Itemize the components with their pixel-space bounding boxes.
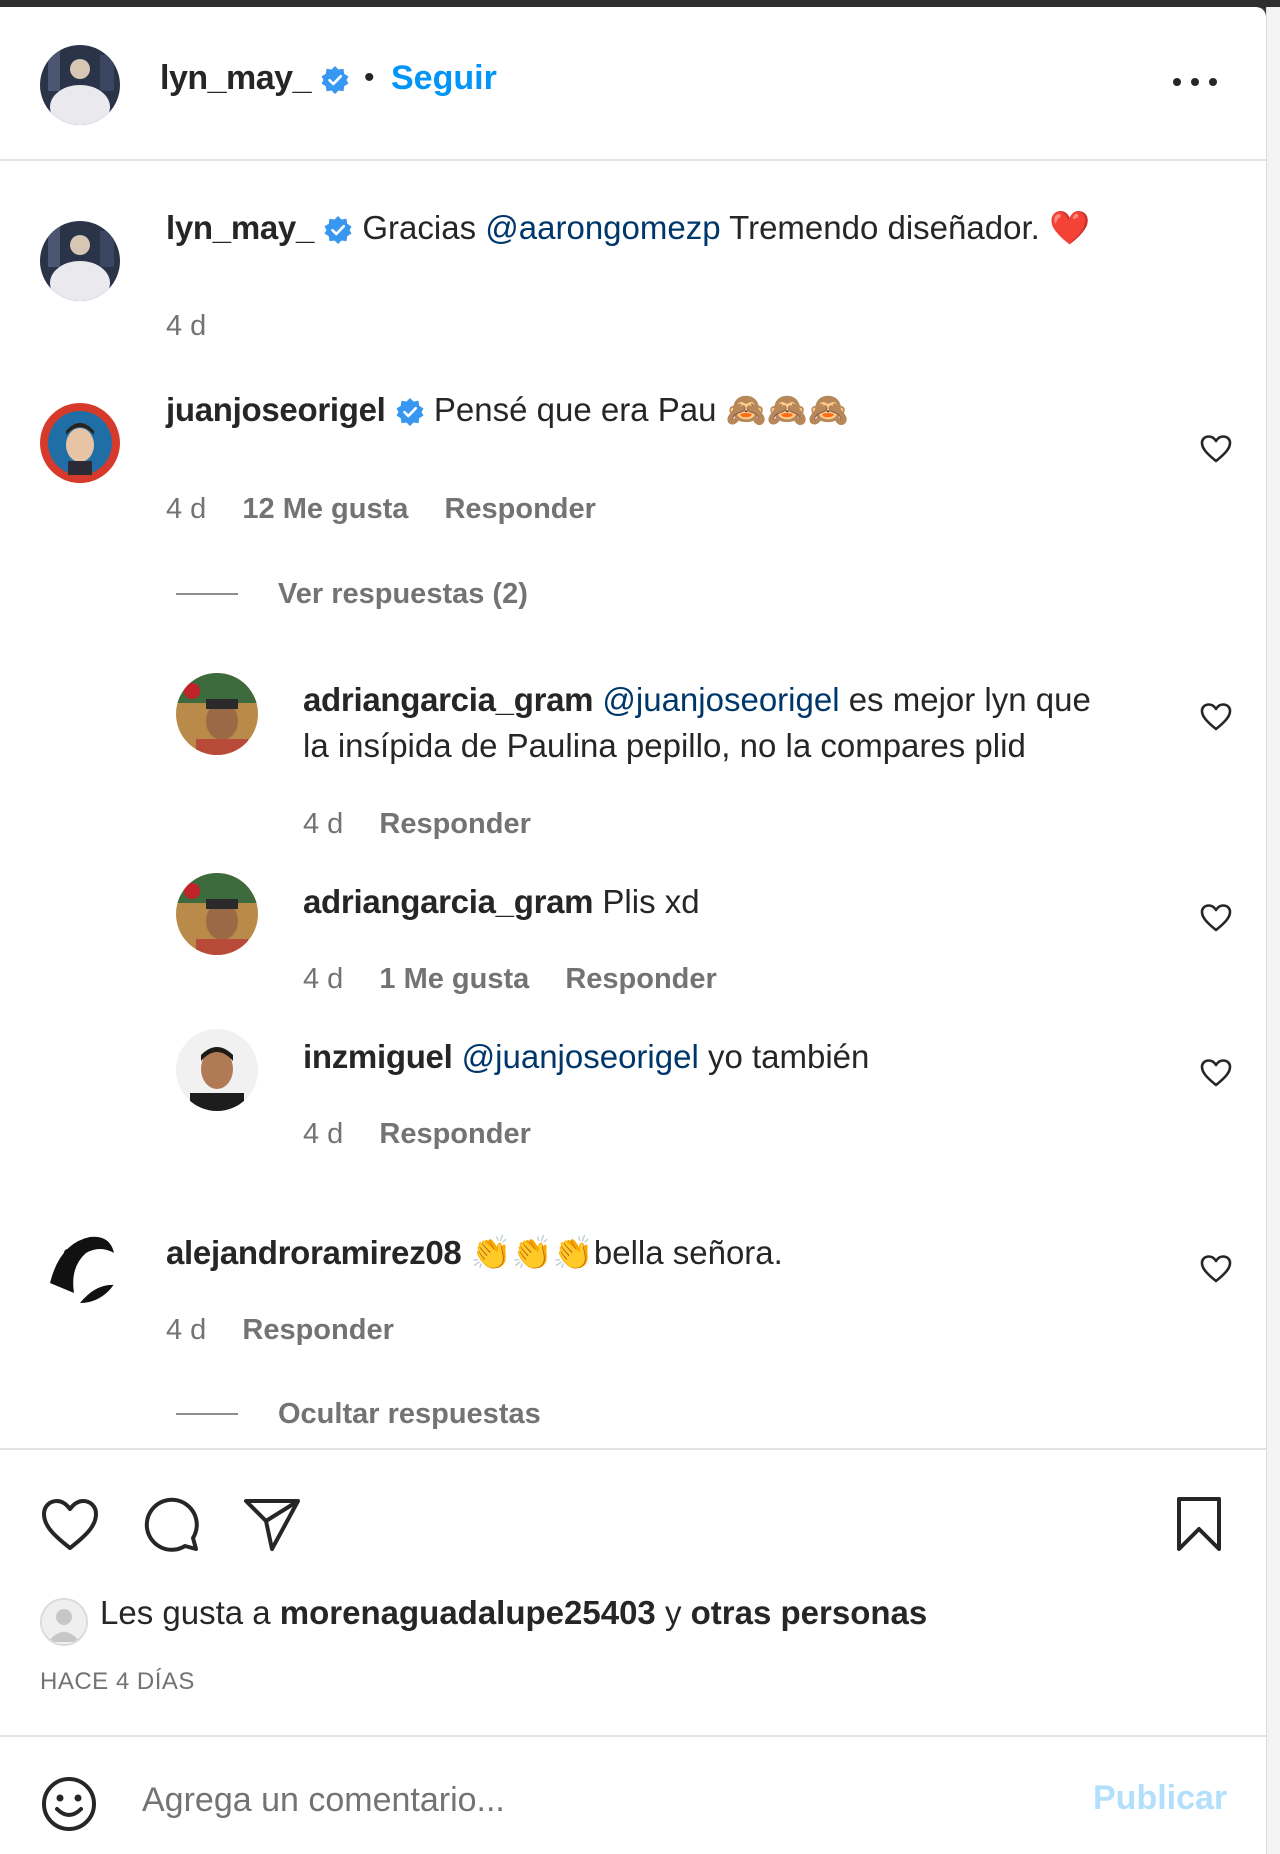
view-replies-button[interactable]: Ver respuestas (2) [278,578,528,611]
likes-connector: y [664,1594,682,1631]
comment-icon[interactable] [142,1495,200,1553]
reply-button[interactable]: Responder [379,1118,530,1150]
caption-text: lyn_may_ Gracias @aarongomezp Tremendo d… [166,205,1090,251]
verified-badge-icon [321,66,349,95]
comment-time: 4 d [166,1314,207,1346]
comment-body: Pensé que era Pau 🙈🙈🙈 [433,391,849,428]
post-date: HACE 4 DÍAS [40,1668,195,1695]
reply-mention[interactable]: @juanjoseorigel [462,1038,699,1075]
reply-text: adriangarcia_gram Plis xd [303,879,700,925]
comment-input[interactable] [140,1771,1064,1829]
follow-button[interactable]: Seguir [391,59,497,98]
reply-time: 4 d [303,808,344,840]
like-comment-heart-icon[interactable] [1200,434,1232,464]
post-comments-panel: lyn_may_ • Seguir lyn_may_ Gracias @aaro… [0,7,1266,1854]
liker-avatar[interactable] [40,1598,88,1646]
reply-body: yo también [707,1038,870,1075]
reply-avatar[interactable] [176,1029,258,1111]
like-reply-heart-icon[interactable] [1200,903,1232,933]
comment-body: 👏👏👏bella señora. [470,1234,783,1271]
reply-avatar[interactable] [176,673,258,755]
reply-body-line2: la insípida de Paulina pepillo, no la co… [303,727,1026,764]
actions-divider [0,1448,1266,1450]
comment-username[interactable]: alejandroramirez08 [166,1234,462,1271]
comment-meta: 4 d 12 Me gusta Responder [166,493,624,526]
comment-text: alejandroramirez08 👏👏👏bella señora. [166,1230,783,1276]
bookmark-icon[interactable] [1174,1495,1224,1553]
hide-replies-button[interactable]: Ocultar respuestas [278,1398,541,1431]
reply-text: inzmiguel @juanjoseorigel yo también [303,1034,869,1080]
publish-button[interactable]: Publicar [1093,1779,1227,1818]
verified-badge-icon [396,398,424,427]
caption-time: 4 d [166,310,207,342]
comment-meta: 4 d Responder [166,1314,422,1347]
reply-body: Plis xd [602,883,700,920]
separator-dot: • [364,61,375,94]
reply-meta: 4 d 1 Me gusta Responder [303,963,745,996]
reply-username[interactable]: adriangarcia_gram [303,681,594,718]
like-reply-heart-icon[interactable] [1200,1058,1232,1088]
reply-button[interactable]: Responder [444,493,595,525]
thread-line [176,1413,238,1415]
reply-username[interactable]: adriangarcia_gram [303,883,594,920]
caption-body: Gracias [362,209,477,246]
reply-body: es mejor lyn que [848,681,1091,718]
comment-text: juanjoseorigel Pensé que era Pau 🙈🙈🙈 [166,387,849,433]
author-avatar[interactable] [40,45,120,125]
liker-username[interactable]: morenaguadalupe25403 [280,1594,656,1631]
verified-badge-icon [324,216,352,245]
likes-summary: Les gusta a morenaguadalupe25403 y otras… [100,1594,927,1632]
author-username-text[interactable]: lyn_may_ [160,59,312,97]
caption-meta: 4 d [166,310,234,343]
reply-mention[interactable]: @juanjoseorigel [602,681,839,718]
author-username[interactable]: lyn_may_ [160,59,350,98]
comment-likes-count[interactable]: 12 Me gusta [242,493,408,525]
reply-meta: 4 d Responder [303,808,559,841]
reply-time: 4 d [303,1118,344,1150]
composer-divider [0,1735,1266,1737]
likes-prefix: Les gusta a [100,1594,271,1631]
caption-username[interactable]: lyn_may_ [166,209,314,246]
reply-meta: 4 d Responder [303,1118,559,1151]
reply-button[interactable]: Responder [242,1314,393,1346]
other-likers-link[interactable]: otras personas [691,1594,928,1631]
reply-button[interactable]: Responder [379,808,530,840]
more-options-icon[interactable] [1170,67,1220,97]
caption-body-end: Tremendo diseñador. ❤️ [729,209,1091,246]
reply-time: 4 d [303,963,344,995]
reply-username[interactable]: inzmiguel [303,1038,453,1075]
heart-icon[interactable] [40,1497,100,1553]
caption-avatar[interactable] [40,221,120,301]
post-header: lyn_may_ • Seguir [0,7,1266,161]
share-icon[interactable] [242,1495,302,1553]
reply-likes-count[interactable]: 1 Me gusta [379,963,529,995]
thread-line [176,593,238,595]
caption-mention[interactable]: @aarongomezp [485,209,720,246]
comment-time: 4 d [166,493,207,525]
reply-button[interactable]: Responder [565,963,716,995]
comment-avatar[interactable] [40,403,120,483]
reply-text: adriangarcia_gram @juanjoseorigel es mej… [303,677,1163,769]
like-reply-heart-icon[interactable] [1200,702,1232,732]
like-comment-heart-icon[interactable] [1200,1254,1232,1284]
reply-avatar[interactable] [176,873,258,955]
emoji-icon[interactable] [40,1775,98,1833]
comment-avatar[interactable] [40,1223,120,1303]
scrollbar-track[interactable] [1266,7,1280,1854]
comment-username[interactable]: juanjoseorigel [166,391,386,428]
